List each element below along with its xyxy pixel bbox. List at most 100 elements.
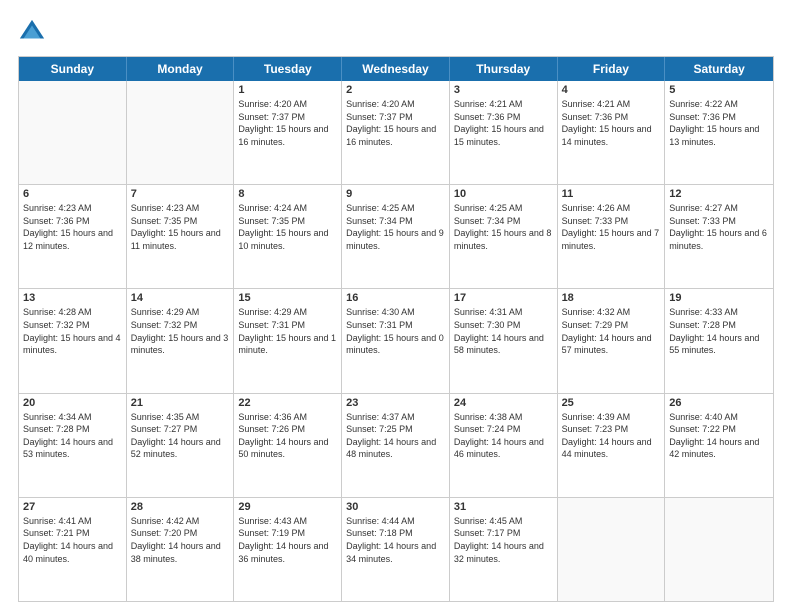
day-number: 30 bbox=[346, 501, 445, 513]
calendar-row-3: 20 Sunrise: 4:34 AM Sunset: 7:28 PM Dayli… bbox=[19, 393, 773, 497]
logo-icon bbox=[18, 18, 46, 46]
day-number: 29 bbox=[238, 501, 337, 513]
day-number: 17 bbox=[454, 292, 553, 304]
calendar-cell: 24 Sunrise: 4:38 AM Sunset: 7:24 PM Dayli… bbox=[450, 394, 558, 497]
day-number: 2 bbox=[346, 84, 445, 96]
calendar-row-2: 13 Sunrise: 4:28 AM Sunset: 7:32 PM Dayli… bbox=[19, 288, 773, 392]
day-info: Sunrise: 4:25 AM Sunset: 7:34 PM Dayligh… bbox=[346, 202, 445, 252]
calendar-cell: 21Sunrise: 4:35 AM Sunset: 7:27 PM Dayli… bbox=[127, 394, 235, 497]
calendar-row-0: 1 Sunrise: 4:20 AM Sunset: 7:37 PM Daylig… bbox=[19, 81, 773, 184]
day-number: 3 bbox=[454, 84, 553, 96]
day-number: 26 bbox=[669, 397, 769, 409]
header-day-friday: Friday bbox=[558, 57, 666, 81]
calendar-header: SundayMondayTuesdayWednesdayThursdayFrid… bbox=[19, 57, 773, 81]
calendar-cell: 22 Sunrise: 4:36 AM Sunset: 7:26 PM Dayli… bbox=[234, 394, 342, 497]
calendar: SundayMondayTuesdayWednesdayThursdayFrid… bbox=[18, 56, 774, 602]
day-info: Sunrise: 4:32 AM Sunset: 7:29 PM Dayligh… bbox=[562, 306, 661, 356]
day-info: Sunrise: 4:42 AM Sunset: 7:20 PM Dayligh… bbox=[131, 515, 230, 565]
day-info: Sunrise: 4:44 AM Sunset: 7:18 PM Dayligh… bbox=[346, 515, 445, 565]
calendar-cell: 2 Sunrise: 4:20 AM Sunset: 7:37 PM Daylig… bbox=[342, 81, 450, 184]
calendar-cell: 11 Sunrise: 4:26 AM Sunset: 7:33 PM Dayli… bbox=[558, 185, 666, 288]
header-day-sunday: Sunday bbox=[19, 57, 127, 81]
day-number: 8 bbox=[238, 188, 337, 200]
day-number: 23 bbox=[346, 397, 445, 409]
day-info: Sunrise: 4:25 AM Sunset: 7:34 PM Dayligh… bbox=[454, 202, 553, 252]
page: SundayMondayTuesdayWednesdayThursdayFrid… bbox=[0, 0, 792, 612]
day-info: Sunrise: 4:26 AM Sunset: 7:33 PM Dayligh… bbox=[562, 202, 661, 252]
day-info: Sunrise: 4:34 AM Sunset: 7:28 PM Dayligh… bbox=[23, 411, 122, 461]
day-number: 9 bbox=[346, 188, 445, 200]
calendar-cell: 27 Sunrise: 4:41 AM Sunset: 7:21 PM Dayli… bbox=[19, 498, 127, 601]
day-number: 1 bbox=[238, 84, 337, 96]
header-day-thursday: Thursday bbox=[450, 57, 558, 81]
calendar-cell: 10 Sunrise: 4:25 AM Sunset: 7:34 PM Dayli… bbox=[450, 185, 558, 288]
day-info: Sunrise: 4:33 AM Sunset: 7:28 PM Dayligh… bbox=[669, 306, 769, 356]
day-info: Sunrise: 4:20 AM Sunset: 7:37 PM Dayligh… bbox=[346, 98, 445, 148]
day-info: Sunrise: 4:21 AM Sunset: 7:36 PM Dayligh… bbox=[454, 98, 553, 148]
day-info: Sunrise: 4:39 AM Sunset: 7:23 PM Dayligh… bbox=[562, 411, 661, 461]
calendar-cell: 14Sunrise: 4:29 AM Sunset: 7:32 PM Dayli… bbox=[127, 289, 235, 392]
day-number: 13 bbox=[23, 292, 122, 304]
day-info: Sunrise: 4:43 AM Sunset: 7:19 PM Dayligh… bbox=[238, 515, 337, 565]
calendar-cell: 19 Sunrise: 4:33 AM Sunset: 7:28 PM Dayli… bbox=[665, 289, 773, 392]
calendar-cell: 26 Sunrise: 4:40 AM Sunset: 7:22 PM Dayli… bbox=[665, 394, 773, 497]
day-number: 31 bbox=[454, 501, 553, 513]
calendar-cell: 4 Sunrise: 4:21 AM Sunset: 7:36 PM Daylig… bbox=[558, 81, 666, 184]
day-info: Sunrise: 4:23 AM Sunset: 7:35 PM Dayligh… bbox=[131, 202, 230, 252]
calendar-cell: 8 Sunrise: 4:24 AM Sunset: 7:35 PM Daylig… bbox=[234, 185, 342, 288]
day-number: 27 bbox=[23, 501, 122, 513]
day-number: 24 bbox=[454, 397, 553, 409]
day-number: 22 bbox=[238, 397, 337, 409]
day-number: 6 bbox=[23, 188, 122, 200]
day-number: 19 bbox=[669, 292, 769, 304]
day-info: Sunrise: 4:40 AM Sunset: 7:22 PM Dayligh… bbox=[669, 411, 769, 461]
day-info: Sunrise: 4:31 AM Sunset: 7:30 PM Dayligh… bbox=[454, 306, 553, 356]
day-info: Sunrise: 4:38 AM Sunset: 7:24 PM Dayligh… bbox=[454, 411, 553, 461]
header-day-saturday: Saturday bbox=[665, 57, 773, 81]
calendar-cell: 1 Sunrise: 4:20 AM Sunset: 7:37 PM Daylig… bbox=[234, 81, 342, 184]
day-number: 7 bbox=[131, 188, 230, 200]
day-info: Sunrise: 4:20 AM Sunset: 7:37 PM Dayligh… bbox=[238, 98, 337, 148]
day-info: Sunrise: 4:36 AM Sunset: 7:26 PM Dayligh… bbox=[238, 411, 337, 461]
day-info: Sunrise: 4:22 AM Sunset: 7:36 PM Dayligh… bbox=[669, 98, 769, 148]
day-number: 4 bbox=[562, 84, 661, 96]
day-info: Sunrise: 4:45 AM Sunset: 7:17 PM Dayligh… bbox=[454, 515, 553, 565]
calendar-cell: 31 Sunrise: 4:45 AM Sunset: 7:17 PM Dayli… bbox=[450, 498, 558, 601]
calendar-cell: 17 Sunrise: 4:31 AM Sunset: 7:30 PM Dayli… bbox=[450, 289, 558, 392]
calendar-cell: 15Sunrise: 4:29 AM Sunset: 7:31 PM Dayli… bbox=[234, 289, 342, 392]
day-info: Sunrise: 4:41 AM Sunset: 7:21 PM Dayligh… bbox=[23, 515, 122, 565]
calendar-cell bbox=[127, 81, 235, 184]
logo bbox=[18, 18, 50, 46]
day-info: Sunrise: 4:27 AM Sunset: 7:33 PM Dayligh… bbox=[669, 202, 769, 252]
header bbox=[18, 18, 774, 46]
day-number: 11 bbox=[562, 188, 661, 200]
calendar-cell: 6Sunrise: 4:23 AM Sunset: 7:36 PM Daylig… bbox=[19, 185, 127, 288]
calendar-body: 1 Sunrise: 4:20 AM Sunset: 7:37 PM Daylig… bbox=[19, 81, 773, 601]
header-day-monday: Monday bbox=[127, 57, 235, 81]
calendar-row-1: 6Sunrise: 4:23 AM Sunset: 7:36 PM Daylig… bbox=[19, 184, 773, 288]
day-number: 25 bbox=[562, 397, 661, 409]
day-info: Sunrise: 4:30 AM Sunset: 7:31 PM Dayligh… bbox=[346, 306, 445, 356]
calendar-cell bbox=[558, 498, 666, 601]
day-number: 10 bbox=[454, 188, 553, 200]
calendar-cell bbox=[665, 498, 773, 601]
calendar-row-4: 27 Sunrise: 4:41 AM Sunset: 7:21 PM Dayli… bbox=[19, 497, 773, 601]
day-number: 16 bbox=[346, 292, 445, 304]
calendar-cell: 5 Sunrise: 4:22 AM Sunset: 7:36 PM Daylig… bbox=[665, 81, 773, 184]
header-day-tuesday: Tuesday bbox=[234, 57, 342, 81]
calendar-cell: 23 Sunrise: 4:37 AM Sunset: 7:25 PM Dayli… bbox=[342, 394, 450, 497]
day-info: Sunrise: 4:29 AM Sunset: 7:32 PM Dayligh… bbox=[131, 306, 230, 356]
day-info: Sunrise: 4:24 AM Sunset: 7:35 PM Dayligh… bbox=[238, 202, 337, 252]
calendar-cell: 9 Sunrise: 4:25 AM Sunset: 7:34 PM Daylig… bbox=[342, 185, 450, 288]
day-number: 28 bbox=[131, 501, 230, 513]
calendar-cell: 20 Sunrise: 4:34 AM Sunset: 7:28 PM Dayli… bbox=[19, 394, 127, 497]
day-number: 21 bbox=[131, 397, 230, 409]
calendar-cell: 3 Sunrise: 4:21 AM Sunset: 7:36 PM Daylig… bbox=[450, 81, 558, 184]
day-info: Sunrise: 4:37 AM Sunset: 7:25 PM Dayligh… bbox=[346, 411, 445, 461]
day-number: 5 bbox=[669, 84, 769, 96]
day-number: 18 bbox=[562, 292, 661, 304]
day-info: Sunrise: 4:28 AM Sunset: 7:32 PM Dayligh… bbox=[23, 306, 122, 356]
calendar-cell: 16 Sunrise: 4:30 AM Sunset: 7:31 PM Dayli… bbox=[342, 289, 450, 392]
day-number: 20 bbox=[23, 397, 122, 409]
day-info: Sunrise: 4:21 AM Sunset: 7:36 PM Dayligh… bbox=[562, 98, 661, 148]
